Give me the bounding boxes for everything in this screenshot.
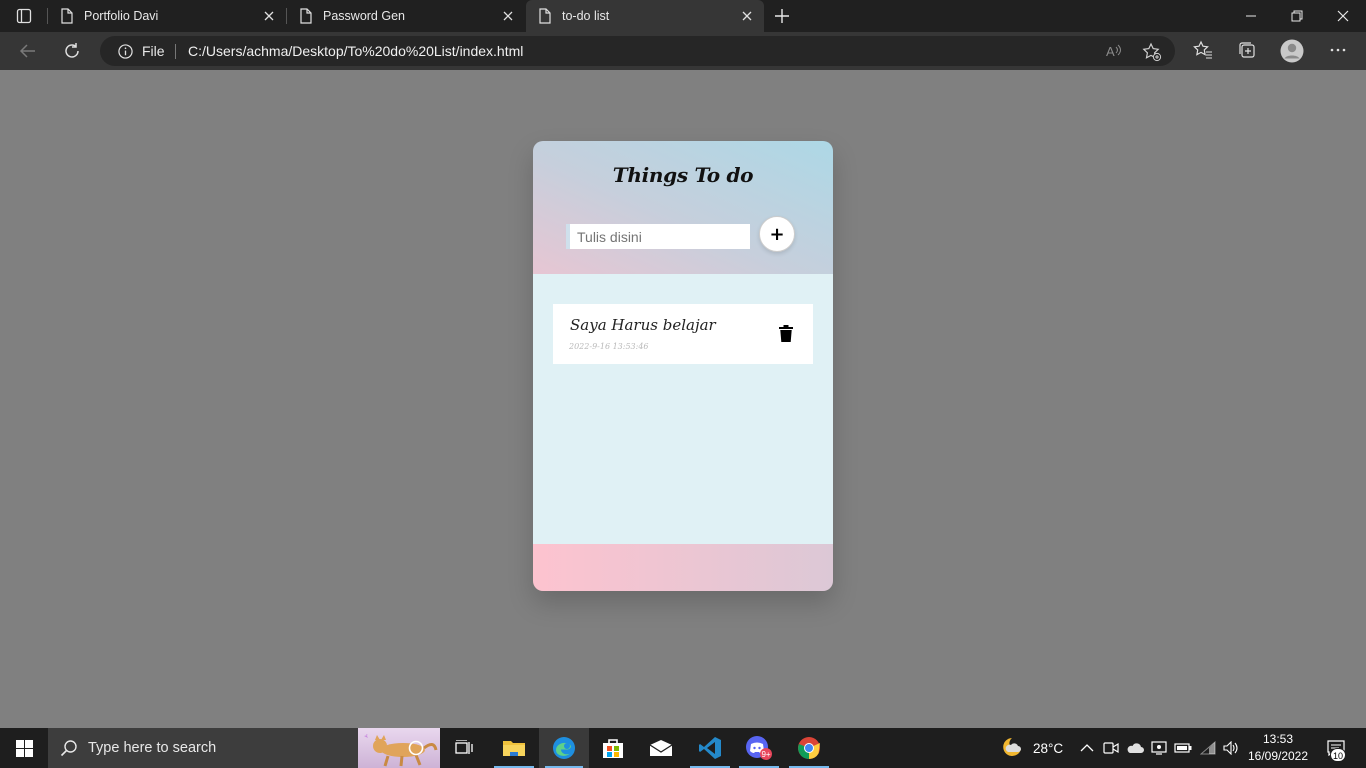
scheme-label: File: [142, 43, 165, 59]
back-button[interactable]: [14, 37, 42, 65]
speaker-icon: [1223, 741, 1238, 755]
vscode-icon: [699, 737, 721, 759]
info-icon[interactable]: [118, 44, 133, 59]
restore-icon: [1291, 10, 1303, 22]
favorites-icon[interactable]: [1193, 40, 1213, 60]
discord-icon: 9+: [746, 736, 772, 760]
tab-actions-button[interactable]: [0, 0, 48, 32]
refresh-icon: [65, 43, 79, 58]
windows-taskbar: Type here to search 9+ 28°C 13:53 16/09/…: [0, 728, 1366, 768]
moon-cloud-icon: [1003, 738, 1021, 756]
minimize-icon: [1246, 15, 1256, 17]
url-text[interactable]: C:/Users/achma/Desktop/To%20do%20List/in…: [188, 43, 523, 59]
cloud-icon: [1127, 743, 1144, 753]
task-view-icon: [455, 740, 473, 754]
read-aloud-icon[interactable]: A: [1105, 42, 1123, 60]
windows-logo-icon: [15, 739, 33, 757]
browser-tab-bar: Portfolio Davi Password Gen to-do list: [0, 0, 1366, 32]
tray-app-button[interactable]: [1148, 728, 1170, 768]
start-button[interactable]: [0, 728, 48, 768]
clock[interactable]: 13:53 16/09/2022: [1246, 731, 1310, 765]
battery-icon: [1174, 743, 1192, 753]
add-todo-button[interactable]: +: [759, 216, 795, 252]
mail-button[interactable]: [637, 728, 685, 768]
meet-now-button[interactable]: [1100, 728, 1122, 768]
chrome-icon: [798, 737, 820, 759]
svg-text:9+: 9+: [761, 750, 770, 759]
monitor-settings-icon: [1151, 741, 1167, 755]
network-button[interactable]: [1196, 728, 1220, 768]
edge-icon: [553, 737, 575, 759]
back-arrow-icon: [19, 44, 35, 58]
mail-icon: [649, 740, 673, 756]
tab-actions-icon: [16, 8, 32, 24]
cortana-button[interactable]: [392, 728, 440, 768]
battery-button[interactable]: [1172, 728, 1194, 768]
todo-card: Things To do + Saya Harus belajar 2022-9…: [533, 141, 833, 591]
volume-button[interactable]: [1220, 728, 1242, 768]
cortana-icon: [408, 740, 424, 756]
address-separator: [175, 44, 176, 59]
tab-portfolio[interactable]: Portfolio Davi: [48, 0, 286, 32]
microsoft-store-button[interactable]: [589, 728, 637, 768]
card-header: Things To do +: [533, 141, 833, 274]
close-tab-icon[interactable]: [501, 9, 515, 23]
todo-text: Saya Harus belajar: [570, 316, 716, 334]
edge-button[interactable]: [539, 728, 589, 768]
show-hidden-icons-button[interactable]: [1076, 728, 1098, 768]
file-explorer-button[interactable]: [490, 728, 538, 768]
chrome-button[interactable]: [785, 728, 833, 768]
browser-toolbar: File C:/Users/achma/Desktop/To%20do%20Li…: [0, 32, 1366, 70]
close-window-button[interactable]: [1320, 0, 1366, 32]
close-tab-icon[interactable]: [740, 9, 754, 23]
refresh-button[interactable]: [58, 37, 86, 65]
card-footer: [533, 544, 833, 591]
tab-title: to-do list: [562, 9, 610, 23]
wifi-icon: [1200, 741, 1216, 755]
task-view-button[interactable]: [440, 728, 488, 768]
restore-button[interactable]: [1274, 0, 1320, 32]
search-icon: [60, 740, 77, 757]
discord-button[interactable]: 9+: [735, 728, 783, 768]
todo-input[interactable]: [566, 224, 750, 249]
search-placeholder: Type here to search: [88, 740, 217, 756]
todo-item: Saya Harus belajar 2022-9-16 13:53:46: [553, 304, 813, 364]
todo-list: Saya Harus belajar 2022-9-16 13:53:46: [533, 274, 833, 544]
clock-date: 16/09/2022: [1247, 749, 1309, 763]
close-tab-icon[interactable]: [262, 9, 276, 23]
page-title: Things To do: [612, 163, 754, 187]
profile-avatar-icon[interactable]: [1280, 39, 1304, 63]
tab-title: Password Gen: [323, 9, 405, 23]
plus-icon: [775, 9, 789, 23]
svg-text:A: A: [1106, 44, 1115, 59]
weather-widget[interactable]: 28°C: [998, 728, 1070, 768]
page-icon: [61, 8, 73, 24]
folder-icon: [503, 741, 525, 756]
camera-icon: [1103, 742, 1119, 754]
address-bar[interactable]: File C:/Users/achma/Desktop/To%20do%20Li…: [100, 36, 1175, 66]
collections-icon[interactable]: [1237, 40, 1257, 60]
minimize-button[interactable]: [1228, 0, 1274, 32]
tab-title: Portfolio Davi: [84, 9, 159, 23]
close-icon: [1337, 10, 1349, 22]
store-icon: [603, 739, 623, 758]
more-options-icon[interactable]: [1328, 40, 1348, 60]
vs-code-button[interactable]: [686, 728, 734, 768]
page-icon: [539, 8, 551, 24]
weather-temperature: 28°C: [1033, 740, 1064, 756]
add-favorite-icon[interactable]: [1142, 42, 1162, 62]
trash-icon[interactable]: [779, 325, 793, 342]
tab-to-do-list[interactable]: to-do list: [526, 0, 764, 32]
page-icon: [300, 8, 312, 24]
taskbar-search[interactable]: Type here to search: [48, 728, 440, 768]
onedrive-button[interactable]: [1124, 728, 1146, 768]
clock-time: 13:53: [1262, 732, 1294, 746]
todo-timestamp: 2022-9-16 13:53:46: [569, 342, 649, 351]
chevron-up-icon: [1080, 744, 1094, 752]
new-tab-button[interactable]: [770, 4, 794, 28]
tab-password-gen[interactable]: Password Gen: [287, 0, 525, 32]
notification-count-badge: 10: [1330, 748, 1346, 762]
